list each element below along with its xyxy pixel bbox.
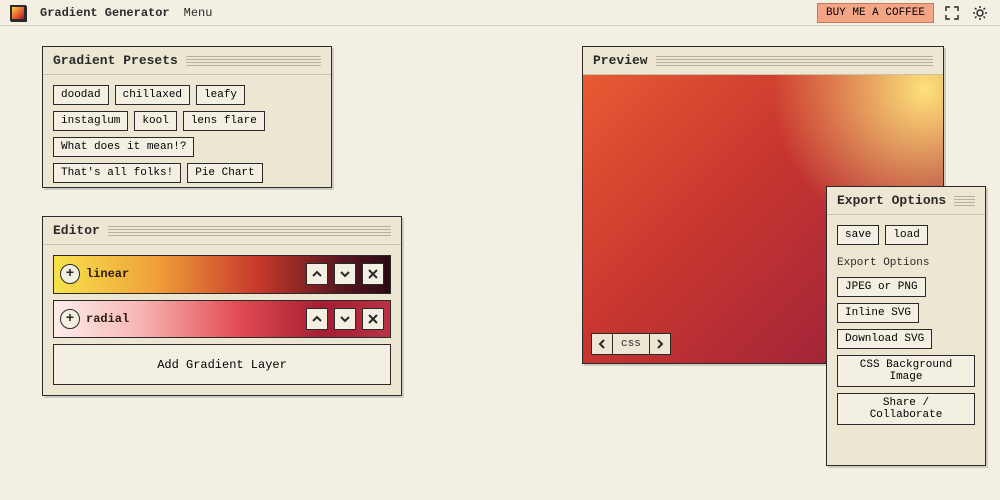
presets-panel: Gradient Presets doodad chillaxed leafy …: [42, 46, 332, 188]
topbar: Gradient Generator Menu BUY ME A COFFEE: [0, 0, 1000, 26]
delete-layer-button[interactable]: [362, 263, 384, 285]
layer-type-label: linear: [86, 267, 129, 281]
fullscreen-icon[interactable]: [942, 3, 962, 23]
move-up-button[interactable]: [306, 308, 328, 330]
preset-chip[interactable]: chillaxed: [115, 85, 190, 105]
drag-grip-icon: [108, 226, 391, 236]
add-stop-icon[interactable]: +: [60, 264, 80, 284]
presets-title: Gradient Presets: [53, 53, 178, 68]
layer-type-label: radial: [86, 312, 129, 326]
editor-title: Editor: [53, 223, 100, 238]
preview-header[interactable]: Preview: [583, 47, 943, 75]
preset-chip[interactable]: doodad: [53, 85, 109, 105]
preview-mode-label: css: [612, 333, 650, 355]
theme-toggle-icon[interactable]: [970, 3, 990, 23]
move-up-button[interactable]: [306, 263, 328, 285]
export-title: Export Options: [837, 193, 946, 208]
export-body: save load Export Options JPEG or PNG Inl…: [827, 215, 985, 465]
drag-grip-icon: [186, 56, 321, 66]
menu-button[interactable]: Menu: [184, 6, 213, 20]
export-option[interactable]: Inline SVG: [837, 303, 919, 323]
export-panel: Export Options save load Export Options …: [826, 186, 986, 466]
editor-body: + linear + radial Add Gradient Layer: [43, 245, 401, 395]
add-stop-icon[interactable]: +: [60, 309, 80, 329]
preset-chip[interactable]: What does it mean!?: [53, 137, 194, 157]
preset-chip[interactable]: Pie Chart: [187, 163, 262, 183]
export-option[interactable]: CSS Background Image: [837, 355, 975, 387]
presets-body: doodad chillaxed leafy instaglum kool le…: [43, 75, 331, 187]
buy-coffee-button[interactable]: BUY ME A COFFEE: [817, 3, 934, 23]
preset-chip[interactable]: That's all folks!: [53, 163, 181, 183]
load-button[interactable]: load: [885, 225, 927, 245]
delete-layer-button[interactable]: [362, 308, 384, 330]
gradient-layer[interactable]: + linear: [53, 255, 391, 294]
editor-header[interactable]: Editor: [43, 217, 401, 245]
preset-chip[interactable]: lens flare: [183, 111, 265, 131]
gradient-layer[interactable]: + radial: [53, 300, 391, 339]
prev-mode-button[interactable]: [591, 333, 613, 355]
save-button[interactable]: save: [837, 225, 879, 245]
preview-mode-nav: css: [591, 333, 671, 355]
presets-header[interactable]: Gradient Presets: [43, 47, 331, 75]
export-option[interactable]: Download SVG: [837, 329, 932, 349]
editor-panel: Editor + linear + radial Add Gradient La…: [42, 216, 402, 396]
preset-chip[interactable]: instaglum: [53, 111, 128, 131]
move-down-button[interactable]: [334, 308, 356, 330]
drag-grip-icon: [954, 196, 975, 206]
preview-title: Preview: [593, 53, 648, 68]
app-logo: [10, 5, 26, 21]
add-layer-button[interactable]: Add Gradient Layer: [53, 344, 391, 385]
export-option[interactable]: Share / Collaborate: [837, 393, 975, 425]
export-section-label: Export Options: [837, 257, 929, 269]
preset-chip[interactable]: kool: [134, 111, 176, 131]
move-down-button[interactable]: [334, 263, 356, 285]
next-mode-button[interactable]: [649, 333, 671, 355]
export-header[interactable]: Export Options: [827, 187, 985, 215]
app-title: Gradient Generator: [40, 6, 170, 20]
drag-grip-icon: [656, 56, 933, 66]
export-option[interactable]: JPEG or PNG: [837, 277, 926, 297]
preset-chip[interactable]: leafy: [196, 85, 245, 105]
